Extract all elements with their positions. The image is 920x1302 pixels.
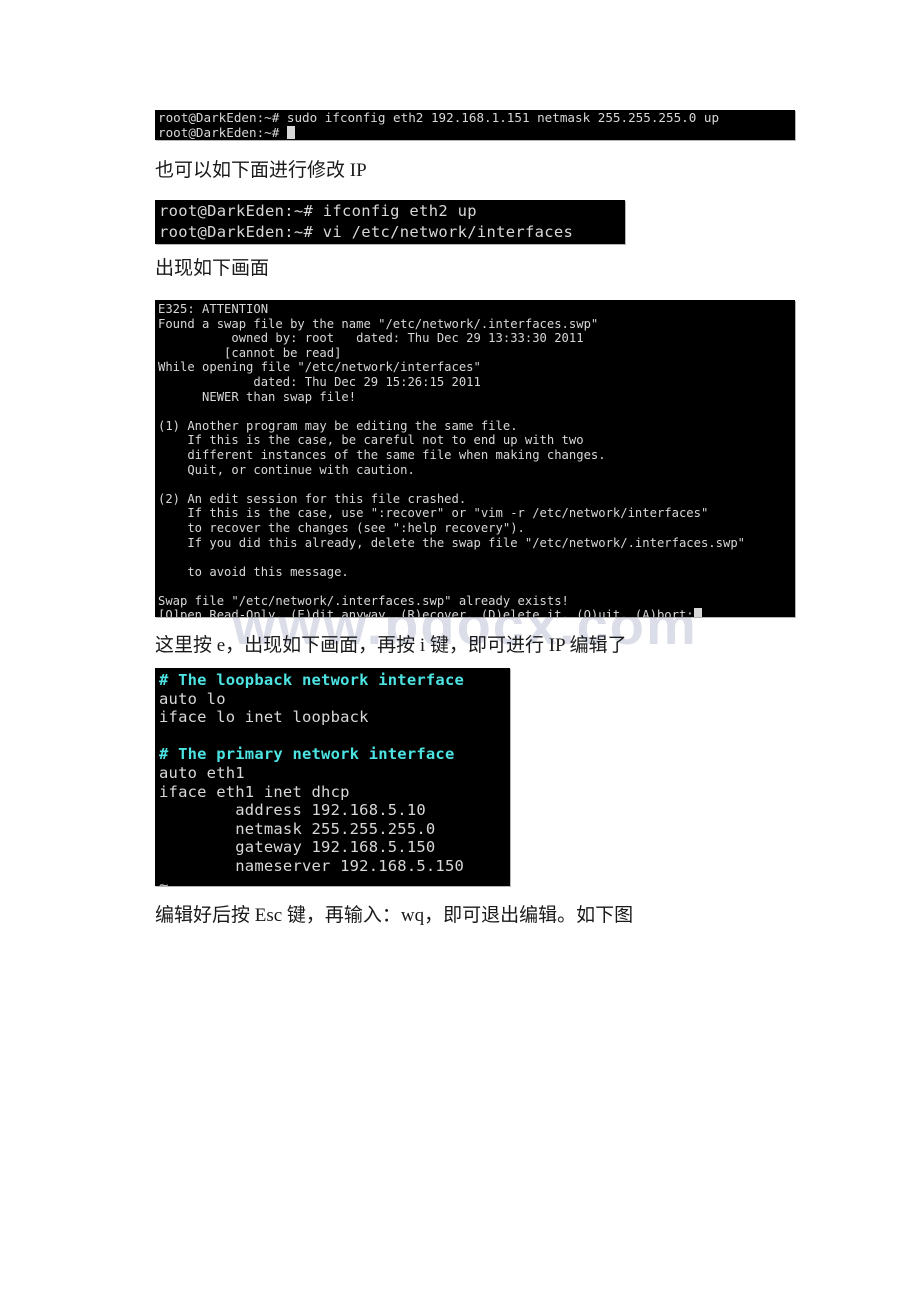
vim-line: iface eth1 inet dhcp — [159, 782, 350, 801]
terminal-line: Quit, or continue with caution. — [158, 462, 415, 477]
terminal-line-prompt: root@DarkEden:~# — [158, 124, 795, 141]
terminal-line: to recover the changes (see ":help recov… — [158, 520, 525, 535]
terminal-action-prompt-text: [O]pen Read-Only, (E)dit anyway, (R)ecov… — [158, 608, 694, 617]
terminal-line — [158, 477, 795, 492]
vim-line-address: address 192.168.5.10 — [159, 801, 426, 820]
vim-line-nameserver: nameserver 192.168.5.150 — [159, 856, 465, 875]
terminal-line: owned by: root dated: Thu Dec 29 13:33:3… — [158, 331, 584, 346]
terminal-line: dated: Thu Dec 29 15:26:15 2011 — [158, 374, 481, 389]
terminal-line — [158, 404, 795, 419]
vim-line: auto lo — [159, 689, 226, 708]
terminal-line: Swap file "/etc/network/.interfaces.swp"… — [158, 593, 569, 608]
vim-line-gateway: gateway 192.168.5.150 — [159, 838, 436, 857]
terminal-line: (2) An edit session for this file crashe… — [158, 491, 467, 506]
document-page: www.bdocx.com root@DarkEden:~# sudo ifco… — [0, 0, 920, 1302]
terminal-line: If you did this already, delete the swap… — [158, 535, 745, 550]
terminal-line: [cannot be read] — [158, 345, 342, 360]
terminal-screenshot-vim-interfaces: # The loopback network interface auto lo… — [155, 668, 510, 886]
terminal-line: to avoid this message. — [158, 564, 349, 579]
vim-line-comment: # The primary network interface — [159, 745, 455, 764]
terminal-line — [158, 550, 795, 565]
terminal-cursor — [693, 608, 702, 617]
terminal-line: root@DarkEden:~# sudo ifconfig eth2 192.… — [158, 110, 720, 125]
vim-line: iface lo inet loopback — [159, 708, 369, 727]
terminal-screenshot-sudo-ifconfig: root@DarkEden:~# sudo ifconfig eth2 192.… — [155, 110, 795, 140]
terminal-line: NEWER than swap file! — [158, 389, 357, 404]
terminal-screenshot-ifconfig-up-vi: root@DarkEden:~# ifconfig eth2 up root@D… — [155, 200, 625, 244]
terminal-line: If this is the case, use ":recover" or "… — [158, 506, 709, 521]
vim-line-comment: # The loopback network interface — [159, 671, 465, 689]
terminal-line: root@DarkEden:~# ifconfig eth2 up — [159, 202, 477, 220]
vim-line: auto eth1 — [159, 763, 245, 782]
terminal-line — [158, 579, 795, 594]
terminal-line: different instances of the same file whe… — [158, 447, 606, 462]
terminal-line: E325: ATTENTION — [158, 302, 269, 316]
paragraph-screen-appears: 出现如下画面 — [155, 258, 270, 279]
terminal-screenshot-vim-swap-warning: E325: ATTENTION Found a swap file by the… — [155, 300, 795, 617]
terminal-action-prompt: [O]pen Read-Only, (E)dit anyway, (R)ecov… — [158, 608, 795, 617]
terminal-prompt-text: root@DarkEden:~# — [158, 124, 287, 140]
terminal-line: While opening file "/etc/network/interfa… — [158, 360, 481, 375]
vim-line-netmask: netmask 255.255.255.0 — [159, 819, 436, 838]
terminal-line: (1) Another program may be editing the s… — [158, 418, 518, 433]
terminal-cursor — [286, 125, 295, 139]
paragraph-esc-wq-exit: 编辑好后按 Esc 键，再输入：wq，即可退出编辑。如下图 — [155, 905, 634, 926]
terminal-line: If this is the case, be careful not to e… — [158, 433, 584, 448]
vim-line-blank — [159, 727, 510, 746]
terminal-line: root@DarkEden:~# vi /etc/network/interfa… — [159, 223, 574, 241]
terminal-line: Found a swap file by the name "/etc/netw… — [158, 316, 599, 331]
paragraph-press-e-then-i: 这里按 e，出现如下画面，再按 i 键，即可进行 IP 编辑了 — [155, 635, 627, 656]
paragraph-modify-ip: 也可以如下面进行修改 IP — [155, 160, 367, 181]
vim-empty-line-marker: ~ — [159, 875, 169, 886]
